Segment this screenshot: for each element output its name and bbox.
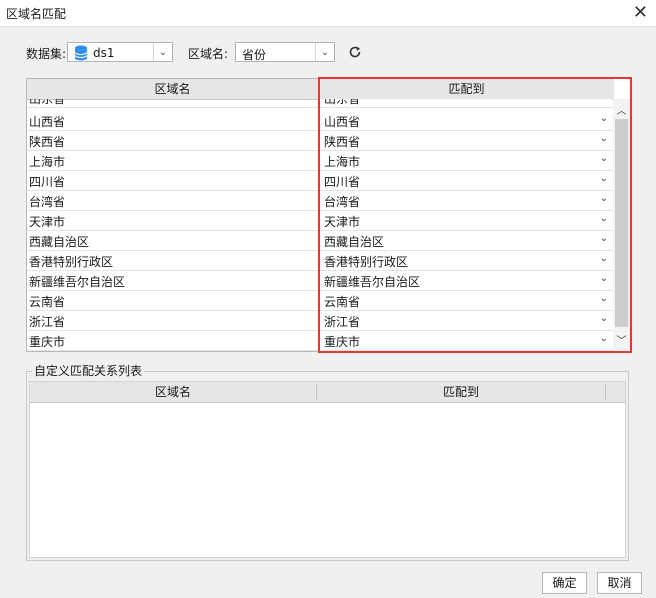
column-header-region: 区域名 — [154, 82, 191, 96]
match-value: 山东省 — [324, 99, 361, 106]
region-field-value: 省份 — [242, 48, 267, 62]
region-name: 山东省 — [29, 99, 66, 106]
match-select[interactable]: 上海市 ⌄ — [320, 152, 612, 170]
match-select[interactable]: 云南省 ⌄ — [320, 292, 612, 310]
table-row[interactable]: 台湾省 台湾省 ⌄ — [27, 191, 614, 211]
match-value: 山西省 — [324, 115, 361, 129]
table-row[interactable]: 重庆市 重庆市 ⌄ — [27, 331, 614, 351]
vertical-scrollbar[interactable]: ︿ ﹀ — [613, 99, 630, 351]
region-name: 上海市 — [29, 155, 66, 169]
match-value: 云南省 — [324, 295, 361, 309]
table-header: 区域名 匹配到 — [30, 382, 625, 403]
chevron-down-icon[interactable]: ⌄ — [600, 173, 608, 184]
table-body: 山东省 山东省 ⌄ 山西省 山西省 ⌄ 陕西省 陕西省 ⌄ 上海市 上海市 ⌄ 四川省… — [27, 99, 614, 351]
match-select[interactable]: 西藏自治区 ⌄ — [320, 232, 612, 250]
match-select[interactable]: 山东省 ⌄ — [320, 99, 612, 107]
match-value: 新疆维吾尔自治区 — [324, 275, 421, 289]
table-row[interactable]: 浙江省 浙江省 ⌄ — [27, 311, 614, 331]
chevron-down-icon[interactable]: ⌄ — [315, 43, 334, 61]
match-value: 上海市 — [324, 155, 361, 169]
match-select[interactable]: 香港特别行政区 ⌄ — [320, 252, 612, 270]
chevron-down-icon[interactable]: ⌄ — [600, 193, 608, 204]
region-name: 西藏自治区 — [29, 235, 90, 249]
chevron-down-icon[interactable]: ⌄ — [600, 293, 608, 304]
match-select[interactable]: 重庆市 ⌄ — [320, 332, 612, 350]
region-name: 四川省 — [29, 175, 66, 189]
custom-match-group-title: 自定义匹配关系列表 — [32, 362, 145, 379]
custom-match-table: 区域名 匹配到 — [29, 381, 626, 558]
table-row[interactable]: 香港特别行政区 香港特别行政区 ⌄ — [27, 251, 614, 271]
dataset-label: 数据集: — [26, 47, 67, 61]
chevron-down-icon[interactable]: ⌄ — [600, 233, 608, 244]
match-value: 四川省 — [324, 175, 361, 189]
match-select[interactable]: 浙江省 ⌄ — [320, 312, 612, 330]
region-label: 区域名: — [188, 47, 229, 61]
chevron-down-icon[interactable]: ⌄ — [153, 43, 172, 61]
match-select[interactable]: 山西省 ⌄ — [320, 112, 612, 130]
table-row[interactable]: 陕西省 陕西省 ⌄ — [27, 131, 614, 151]
close-icon[interactable]: ✕ — [633, 2, 648, 23]
match-value: 天津市 — [324, 215, 361, 229]
match-value: 西藏自治区 — [324, 235, 385, 249]
database-icon — [74, 45, 88, 61]
match-value: 浙江省 — [324, 315, 361, 329]
match-value: 陕西省 — [324, 135, 361, 149]
cancel-button[interactable]: 取消 — [597, 572, 642, 594]
chevron-down-icon[interactable]: ⌄ — [600, 333, 608, 344]
table-row[interactable]: 云南省 云南省 ⌄ — [27, 291, 614, 311]
match-select[interactable]: 陕西省 ⌄ — [320, 132, 612, 150]
dataset-value: ds1 — [93, 46, 115, 60]
match-value: 重庆市 — [324, 335, 361, 349]
region-name: 重庆市 — [29, 335, 66, 349]
region-name: 云南省 — [29, 295, 66, 309]
region-field-select[interactable]: 省份 ⌄ — [235, 42, 335, 62]
match-select[interactable]: 四川省 ⌄ — [320, 172, 612, 190]
ok-button[interactable]: 确定 — [542, 572, 587, 594]
match-select[interactable]: 新疆维吾尔自治区 ⌄ — [320, 272, 612, 290]
table-row[interactable]: 山西省 山西省 ⌄ — [27, 111, 614, 131]
column-header-match: 匹配到 — [442, 385, 479, 399]
chevron-down-icon[interactable]: ⌄ — [600, 213, 608, 224]
table-row[interactable]: 上海市 上海市 ⌄ — [27, 151, 614, 171]
chevron-down-icon[interactable]: ⌄ — [600, 113, 608, 124]
region-name: 台湾省 — [29, 195, 66, 209]
column-header-match: 匹配到 — [448, 82, 485, 96]
scrollbar-thumb[interactable] — [615, 119, 628, 327]
region-name: 陕西省 — [29, 135, 66, 149]
window-title: 区域名匹配 — [6, 7, 67, 21]
region-name: 浙江省 — [29, 315, 66, 329]
region-name: 天津市 — [29, 215, 66, 229]
chevron-down-icon[interactable]: ⌄ — [600, 99, 608, 101]
scroll-up-icon[interactable]: ︿ — [613, 102, 630, 118]
region-match-table: 区域名 匹配到 山东省 山东省 ⌄ 山西省 山西省 ⌄ 陕西省 陕西省 ⌄ 上海市 … — [26, 78, 631, 352]
match-select[interactable]: 台湾省 ⌄ — [320, 192, 612, 210]
table-header: 区域名 匹配到 — [27, 79, 614, 100]
table-row[interactable]: 四川省 四川省 ⌄ — [27, 171, 614, 191]
column-header-region: 区域名 — [154, 385, 191, 399]
chevron-down-icon[interactable]: ⌄ — [600, 253, 608, 264]
region-name: 山西省 — [29, 115, 66, 129]
match-value: 台湾省 — [324, 195, 361, 209]
region-name: 香港特别行政区 — [29, 255, 114, 269]
chevron-down-icon[interactable]: ⌄ — [600, 313, 608, 324]
scroll-down-icon[interactable]: ﹀ — [613, 332, 630, 348]
chevron-down-icon[interactable]: ⌄ — [600, 133, 608, 144]
match-value: 香港特别行政区 — [324, 255, 409, 269]
table-row[interactable]: 西藏自治区 西藏自治区 ⌄ — [27, 231, 614, 251]
chevron-down-icon[interactable]: ⌄ — [600, 153, 608, 164]
match-select[interactable]: 天津市 ⌄ — [320, 212, 612, 230]
refresh-icon[interactable] — [347, 44, 363, 60]
table-row[interactable]: 天津市 天津市 ⌄ — [27, 211, 614, 231]
table-row[interactable]: 新疆维吾尔自治区 新疆维吾尔自治区 ⌄ — [27, 271, 614, 291]
region-name: 新疆维吾尔自治区 — [29, 275, 126, 289]
chevron-down-icon[interactable]: ⌄ — [600, 273, 608, 284]
dataset-select[interactable]: ds1 ⌄ — [67, 42, 173, 62]
table-row[interactable]: 山东省 山东省 ⌄ — [27, 99, 614, 108]
title-bar: 区域名匹配 ✕ — [0, 0, 656, 27]
